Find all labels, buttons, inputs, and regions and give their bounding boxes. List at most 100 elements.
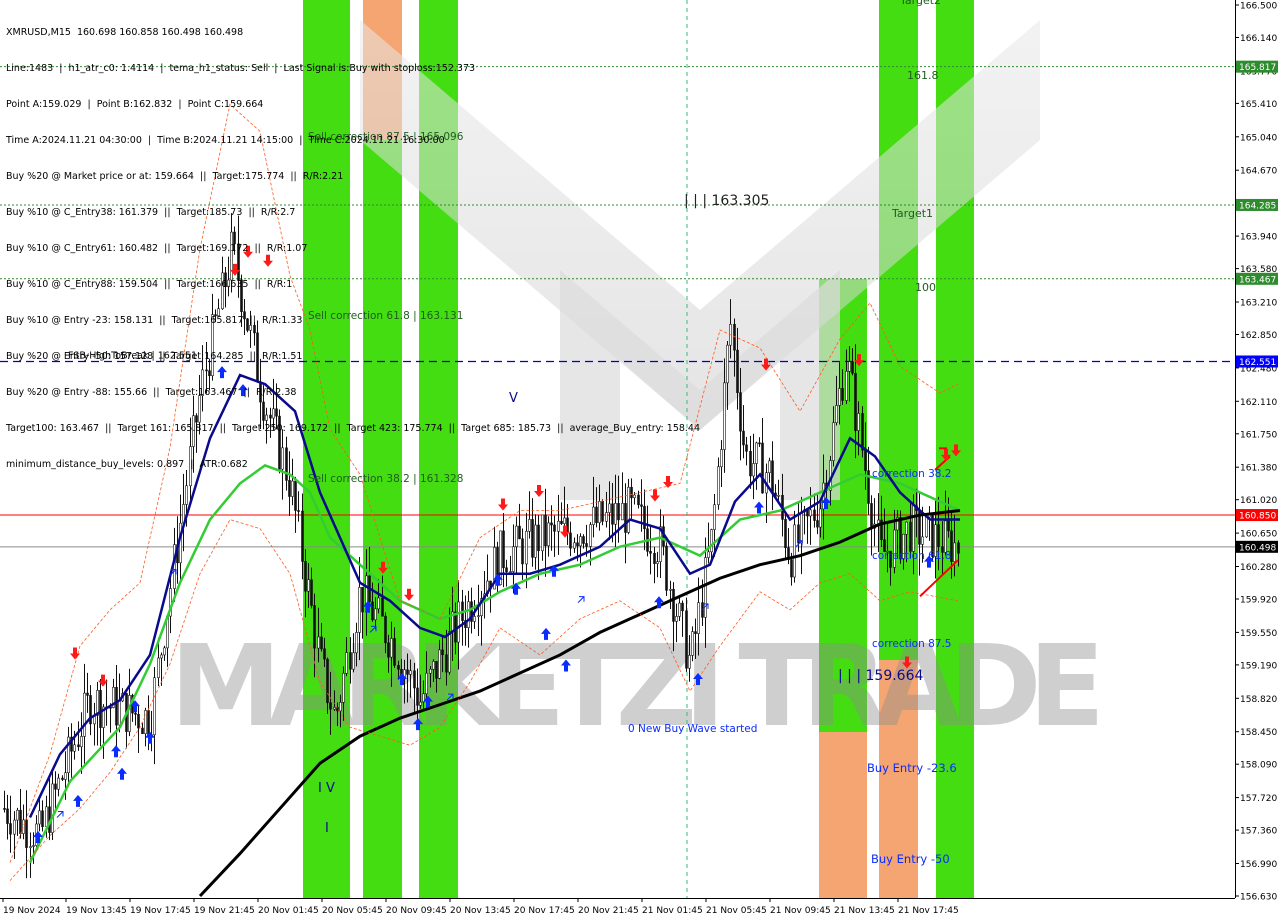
candle-body (454, 611, 457, 643)
candle-body (637, 494, 640, 506)
candle-body (576, 542, 579, 547)
price-tick-label: 159.190 (1240, 661, 1277, 671)
buy-entry-236-label: Buy Entry -23.6 (867, 761, 957, 775)
candle-body (947, 520, 950, 532)
indicator-info-panel: XMRUSD,M15 160.698 160.858 160.498 160.4… (6, 3, 700, 495)
candle-body (720, 449, 723, 468)
candle-body (349, 652, 352, 670)
candle-body (512, 546, 515, 572)
candle-body (953, 542, 956, 562)
candle-body (6, 808, 9, 824)
price-tick-label: 165.410 (1240, 100, 1277, 110)
time-tick-label: 21 Nov 09:45 (770, 906, 831, 916)
candle-body (589, 524, 592, 547)
info-line: Time A:2024.11.21 04:30:00 | Time B:2024… (6, 135, 445, 146)
candle-body (361, 587, 364, 613)
candle-body (557, 520, 560, 532)
candle-body (713, 504, 716, 530)
candle-body (393, 638, 396, 666)
correction-618-label: correction 61.8 (872, 550, 951, 562)
candle-body (541, 514, 544, 552)
candle-body (547, 522, 550, 547)
candle-body (160, 654, 163, 659)
new-buy-wave-label: 0 New Buy Wave started (628, 723, 757, 735)
candle-body (678, 602, 681, 617)
candle-body (301, 510, 304, 562)
price-tick-label: 163.940 (1240, 233, 1277, 243)
candle-body (141, 727, 144, 734)
price-tick-label: 161.750 (1240, 430, 1277, 440)
candle-body (819, 508, 822, 528)
candle-body (749, 451, 752, 477)
candle-body (32, 845, 35, 847)
candle-body (675, 616, 678, 622)
candle-body (413, 670, 416, 689)
info-line: Buy %10 @ C_Entry38: 161.379 || Target:1… (6, 207, 296, 218)
candle-body (656, 561, 659, 564)
candle-body (838, 388, 841, 406)
price-tick-label: 159.550 (1240, 629, 1277, 639)
time-tick-label: 19 Nov 2024 (3, 906, 61, 916)
price-tag-label: 163.467 (1239, 275, 1276, 285)
candle-body (624, 503, 627, 533)
price-tick-label: 161.020 (1240, 496, 1277, 506)
candle-body (38, 810, 41, 825)
candle-body (416, 687, 419, 706)
candle-body (320, 636, 323, 650)
candle-body (41, 810, 44, 827)
price-tag-label: 164.285 (1239, 201, 1276, 211)
candle-body (864, 449, 867, 471)
candle-body (384, 615, 387, 644)
candle-body (137, 713, 140, 729)
candle-body (19, 809, 22, 834)
candle-body (816, 520, 819, 528)
fib-1618-label: 161.8 (907, 69, 939, 82)
candle-body (912, 505, 915, 552)
info-line: Point A:159.029 | Point B:162.832 | Poin… (6, 99, 264, 110)
candle-body (592, 506, 595, 525)
price-tick-label: 161.380 (1240, 464, 1277, 474)
candle-body (333, 707, 336, 710)
candle-body (25, 819, 28, 848)
time-tick-label: 21 Nov 13:45 (834, 906, 895, 916)
candle-body (397, 665, 400, 670)
candle-body (134, 712, 137, 715)
candle-body (560, 520, 563, 524)
candle-body (957, 542, 960, 554)
candle-body (905, 521, 908, 535)
candle-body (310, 579, 313, 606)
time-tick-label: 20 Nov 05:45 (322, 906, 383, 916)
candle-body (86, 692, 89, 696)
candle-body (445, 654, 448, 673)
price-tag-label: 160.850 (1239, 512, 1276, 522)
candle-body (614, 503, 617, 525)
candle-body (525, 530, 528, 565)
candle-body (694, 631, 697, 634)
candle-body (406, 669, 409, 675)
candle-body (800, 511, 803, 544)
candle-body (57, 777, 60, 790)
candle-body (835, 405, 838, 423)
candle-body (473, 616, 476, 622)
wave-iv-label: I V (318, 781, 335, 796)
candle-body (157, 657, 160, 679)
candle-body (377, 597, 380, 610)
candle-body (329, 702, 332, 710)
candle-body (457, 601, 460, 643)
candle-body (726, 344, 729, 384)
candle-body (921, 536, 924, 545)
candle-body (448, 631, 451, 673)
info-line: Buy %10 @ C_Entry61: 160.482 || Target:1… (6, 243, 308, 254)
candle-body (665, 545, 668, 591)
candle-body (793, 524, 796, 578)
candle-body (83, 692, 86, 737)
candle-body (358, 587, 361, 633)
candle-body (531, 519, 534, 558)
candle-body (80, 736, 83, 748)
candle-body (771, 460, 774, 494)
candle-body (598, 501, 601, 524)
time-tick-label: 19 Nov 21:45 (194, 906, 255, 916)
candle-body (51, 783, 54, 833)
time-tick-label: 20 Nov 13:45 (450, 906, 511, 916)
price-tick-label: 158.450 (1240, 728, 1277, 738)
